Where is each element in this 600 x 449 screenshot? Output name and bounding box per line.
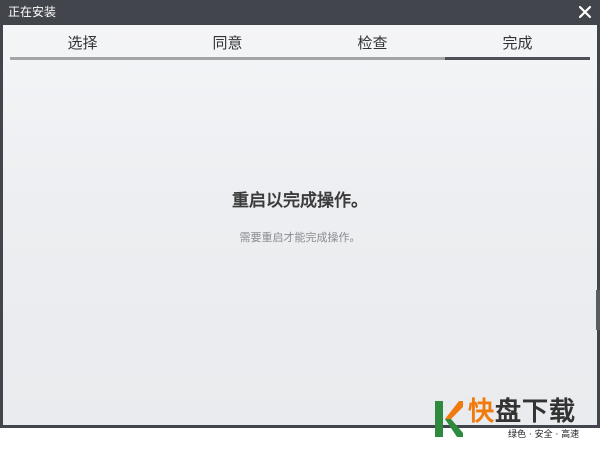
- installer-window: 正在安装 选择 同意 检查 完成 重启以完成操作。 需要重启才能完成操作。 快盘…: [0, 0, 600, 440]
- watermark: 快盘下载 绿色 · 安全 · 高速: [430, 393, 598, 449]
- window-title: 正在安装: [8, 5, 57, 19]
- tab-agree[interactable]: 同意: [155, 31, 300, 61]
- tab-progress-bar: [300, 57, 445, 60]
- tab-label: 选择: [67, 34, 98, 52]
- k-logo-icon: [435, 401, 463, 437]
- tab-select[interactable]: 选择: [10, 31, 155, 61]
- content-panel: 选择 同意 检查 完成 重启以完成操作。 需要重启才能完成操作。 快盘下载 绿色…: [3, 25, 597, 440]
- tab-check[interactable]: 检查: [300, 31, 445, 61]
- watermark-brand: 快盘下载: [468, 397, 576, 427]
- tab-label: 完成: [502, 34, 533, 52]
- restart-heading: 重启以完成操作。: [232, 191, 368, 211]
- tab-progress-bar: [10, 57, 155, 60]
- title-bar[interactable]: 正在安装: [0, 0, 600, 25]
- watermark-tagline: 绿色 · 安全 · 高速: [508, 430, 580, 440]
- tab-complete[interactable]: 完成: [445, 31, 590, 61]
- tab-progress-bar: [445, 57, 590, 60]
- restart-subtext: 需要重启才能完成操作。: [239, 231, 361, 244]
- tab-progress-bar: [155, 57, 300, 60]
- watermark-brand-rest: 盘下载: [495, 397, 577, 427]
- close-button[interactable]: [576, 3, 594, 21]
- watermark-brand-first: 快: [468, 397, 496, 427]
- step-tabs: 选择 同意 检查 完成: [10, 31, 590, 61]
- tab-label: 同意: [212, 34, 243, 52]
- close-icon: [578, 5, 592, 19]
- tab-label: 检查: [357, 34, 388, 52]
- window-edge-handle: [596, 290, 600, 330]
